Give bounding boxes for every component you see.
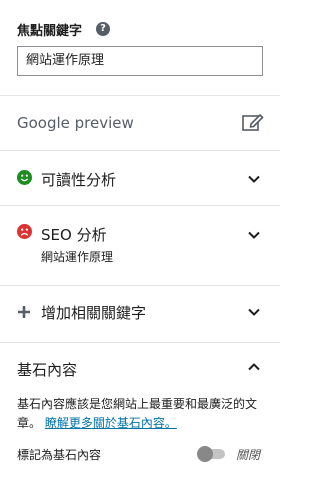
seo-keyphrase-label: 網站運作原理 (41, 250, 114, 264)
google-preview-row[interactable]: Google preview (0, 95, 280, 150)
plus-icon (18, 306, 30, 318)
cornerstone-description: 基石內容應該是您網站上最重要和最廣泛的文章。 瞭解更多關於基石內容。 (17, 395, 267, 433)
cornerstone-learn-more-link[interactable]: 瞭解更多關於基石內容。 (45, 416, 177, 430)
cornerstone-toggle-state: 關閉 (236, 448, 261, 462)
chevron-down-icon (248, 175, 260, 183)
add-related-keyphrase-row[interactable]: 增加相關關鍵字 (0, 285, 280, 342)
add-related-keyphrase-label: 增加相關關鍵字 (41, 304, 147, 322)
google-preview-label: Google preview (17, 114, 134, 132)
cornerstone-toggle-label: 標記為基石內容 (17, 448, 102, 462)
focus-keyphrase-section: 焦點關鍵字 ? 網站運作原理 (0, 0, 280, 95)
edit-icon[interactable] (242, 113, 264, 131)
seo-analysis-row[interactable]: SEO 分析 網站運作原理 (0, 205, 280, 285)
cornerstone-title: 基石內容 (17, 361, 78, 379)
chevron-down-icon (248, 308, 260, 316)
chevron-up-icon[interactable] (248, 363, 260, 371)
smiley-good-icon (17, 170, 32, 185)
focus-keyphrase-input[interactable]: 網站運作原理 (17, 46, 263, 76)
focus-keyphrase-label: 焦點關鍵字 (17, 24, 83, 39)
toggle-knob (197, 446, 213, 462)
seo-analysis-label: SEO 分析 (41, 226, 107, 244)
readability-label: 可讀性分析 (41, 171, 117, 189)
chevron-down-icon (248, 231, 260, 239)
question-circle-icon[interactable]: ? (96, 22, 110, 36)
readability-row[interactable]: 可讀性分析 (0, 150, 280, 205)
cornerstone-toggle[interactable] (197, 446, 227, 462)
smiley-bad-icon (17, 224, 32, 239)
